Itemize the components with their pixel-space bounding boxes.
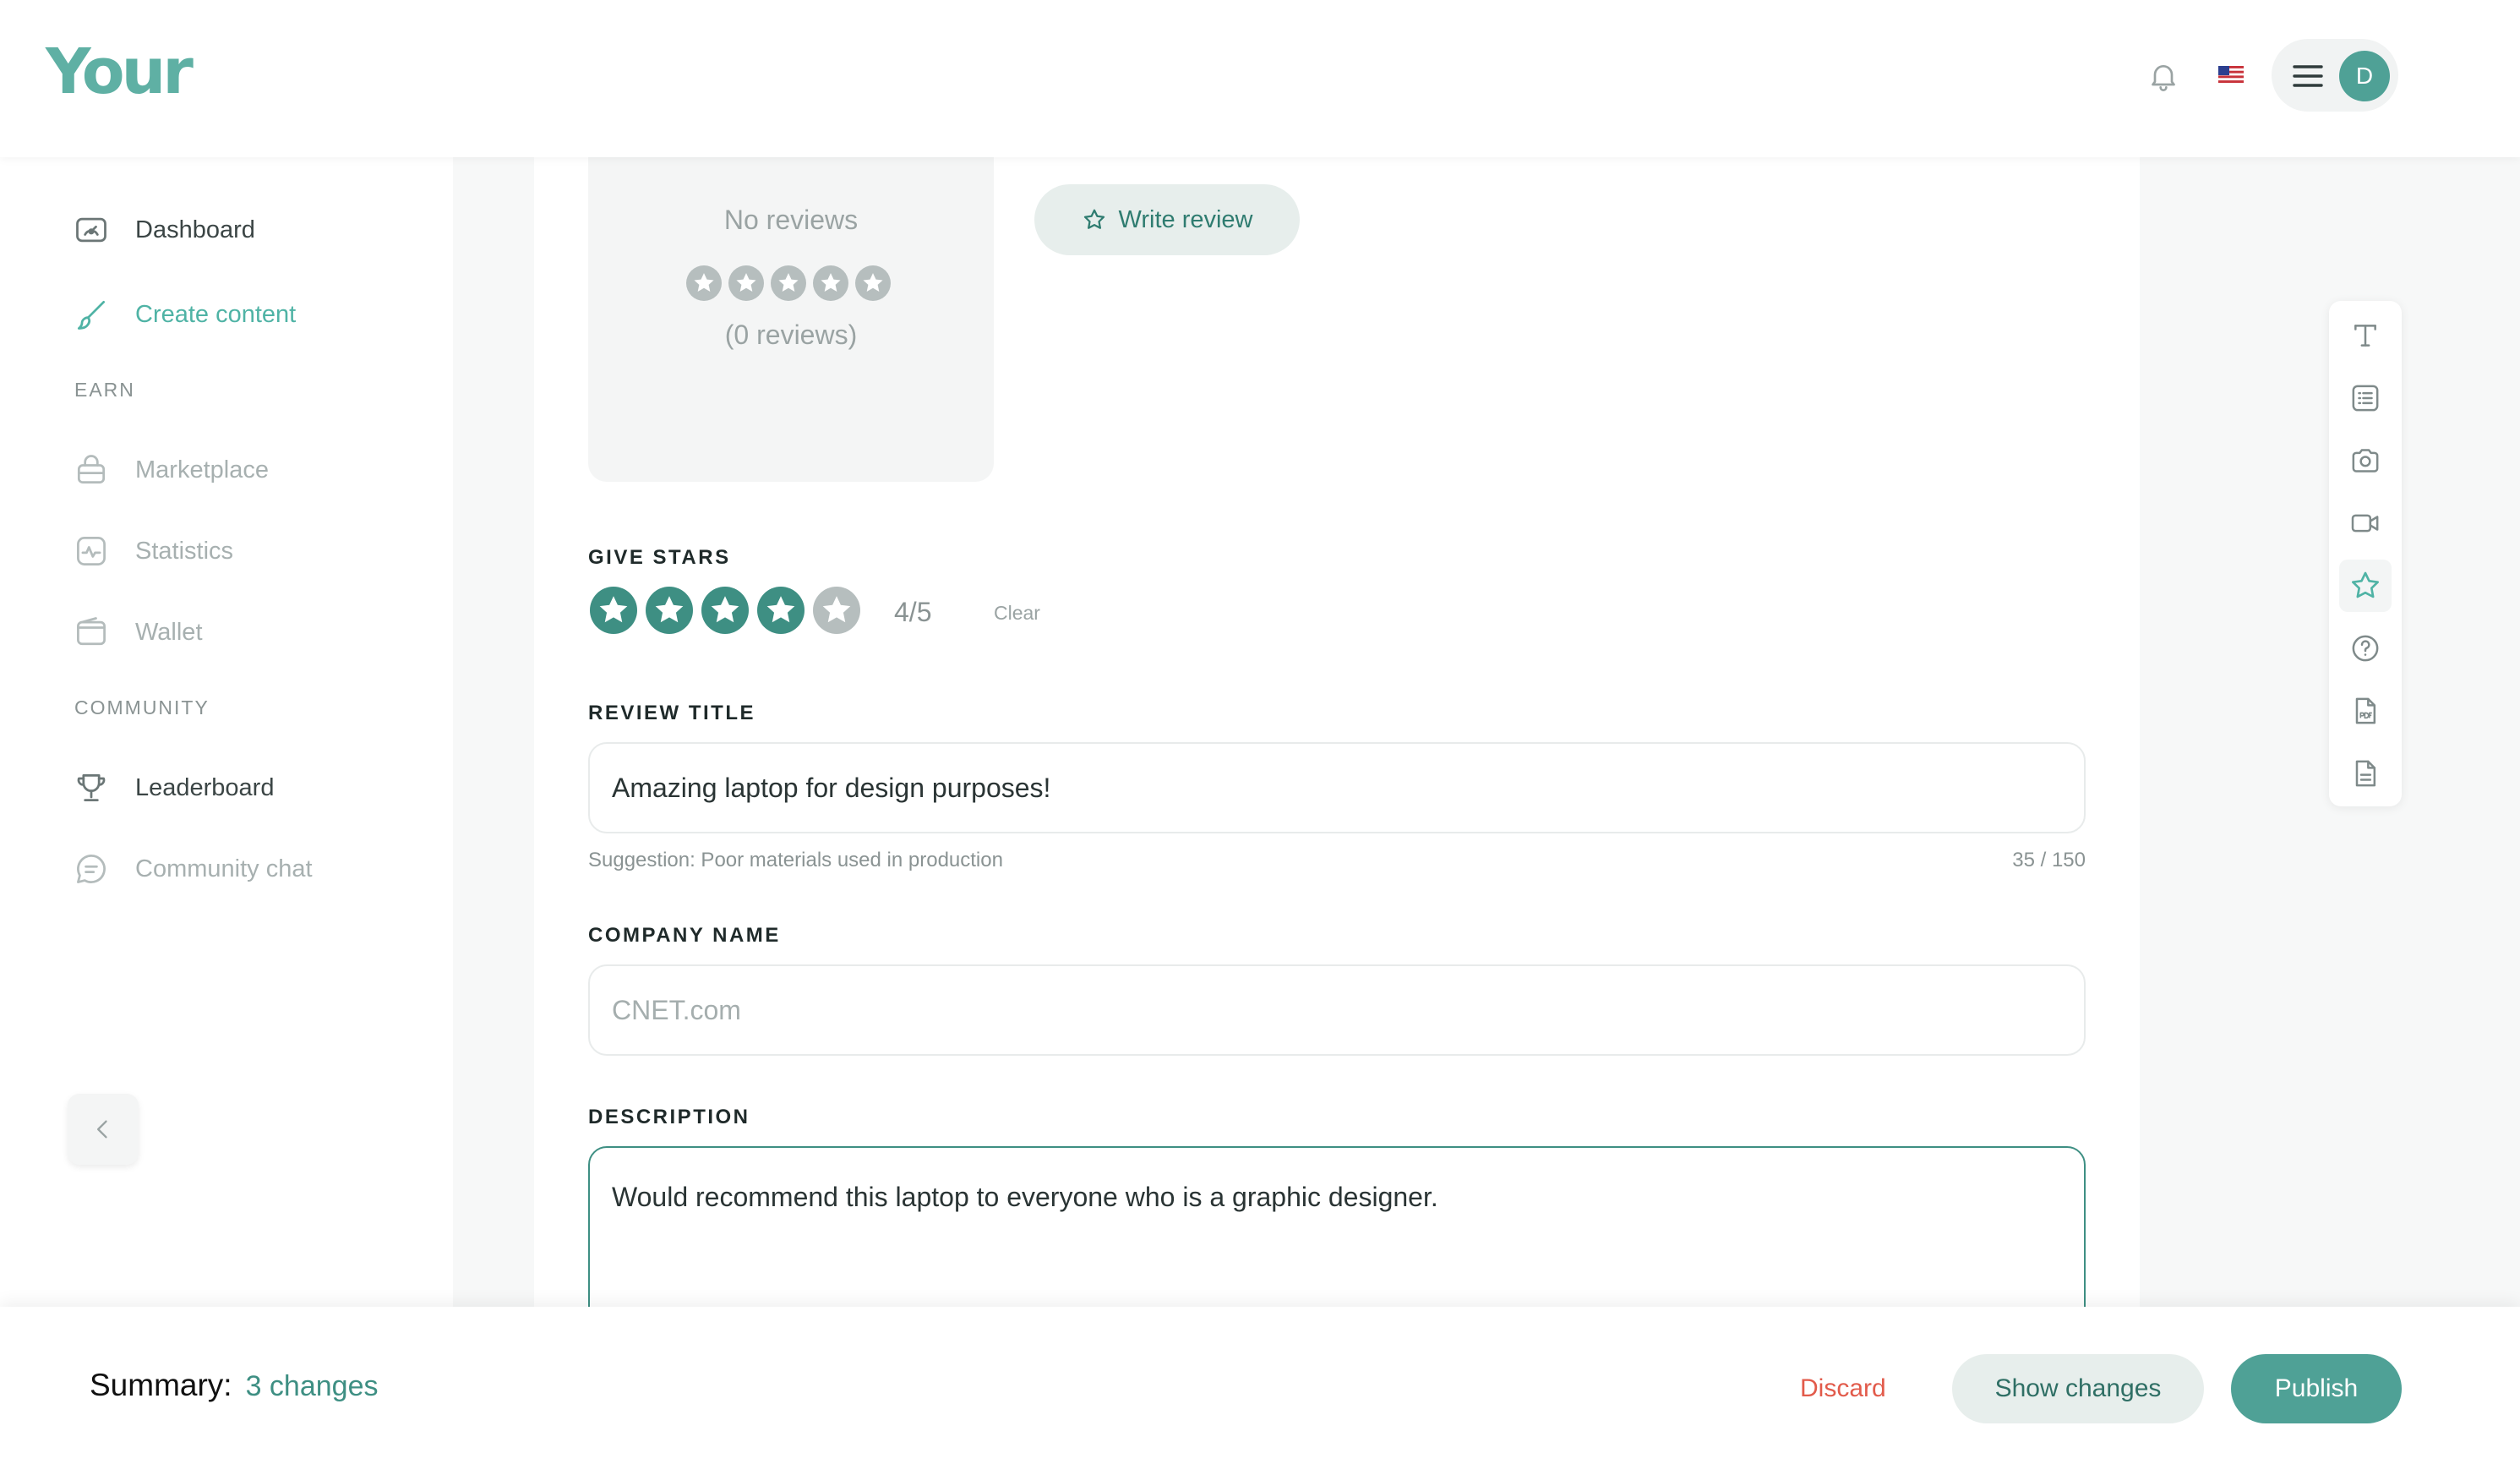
star-outline-icon xyxy=(1082,207,1119,232)
sidebar-item-marketplace[interactable]: Marketplace xyxy=(73,446,269,494)
sidebar-item-label: Create content xyxy=(135,300,297,328)
rating-summary-card: No reviews (0 reviews) xyxy=(588,157,994,482)
question-icon xyxy=(2348,631,2382,665)
sidebar-item-community-chat[interactable]: Community chat xyxy=(73,845,313,893)
star-icon xyxy=(2348,569,2382,603)
rating-card-title: No reviews xyxy=(723,205,859,235)
sidebar-item-create-content[interactable]: Create content xyxy=(73,291,296,338)
sidebar-item-dashboard[interactable]: Dashboard xyxy=(73,206,255,254)
pdf-icon xyxy=(2348,694,2382,728)
review-title-counter: 35 / 150 xyxy=(2012,849,2086,871)
star-icon xyxy=(855,265,891,301)
trophy-icon xyxy=(73,769,110,806)
star-icon xyxy=(771,265,806,301)
top-header: Your D xyxy=(0,0,2520,157)
quiz-block-tool[interactable] xyxy=(2339,622,2392,675)
summary-label: Summary: xyxy=(90,1368,232,1402)
text-block-tool[interactable] xyxy=(2339,309,2392,362)
collapse-sidebar-button[interactable] xyxy=(68,1094,139,1165)
section-label-community: COMMUNITY xyxy=(74,696,210,718)
write-review-button[interactable]: Write review xyxy=(1034,184,1300,255)
avatar[interactable]: D xyxy=(2339,51,2390,101)
camera-icon xyxy=(2348,444,2382,478)
sidebar-item-label: Marketplace xyxy=(135,456,269,483)
dashboard-icon xyxy=(73,211,110,249)
sidebar-item-label: Wallet xyxy=(135,618,203,646)
star-rating-input[interactable] xyxy=(590,587,860,634)
flag-us-icon[interactable] xyxy=(2218,66,2244,83)
star-icon xyxy=(728,265,764,301)
wallet-icon xyxy=(73,614,110,651)
hamburger-icon[interactable] xyxy=(2292,61,2324,91)
description-textarea[interactable]: Would recommend this laptop to everyone … xyxy=(588,1146,2086,1332)
list-icon xyxy=(2348,381,2382,415)
stars-value: 4/5 xyxy=(894,597,932,627)
clear-stars-button[interactable]: Clear xyxy=(994,602,1040,625)
star-filled-icon[interactable] xyxy=(701,587,749,634)
list-block-tool[interactable] xyxy=(2339,372,2392,424)
image-block-tool[interactable] xyxy=(2339,434,2392,487)
chat-icon xyxy=(73,850,110,888)
description-label: DESCRIPTION xyxy=(588,1106,750,1128)
show-changes-button[interactable]: Show changes xyxy=(1952,1354,2204,1423)
pulse-icon xyxy=(73,533,110,570)
logo[interactable]: Your xyxy=(46,36,194,108)
review-title-input[interactable]: Amazing laptop for design purposes! xyxy=(588,742,2086,833)
write-review-label: Write review xyxy=(1118,205,1253,233)
publish-button[interactable]: Publish xyxy=(2231,1354,2402,1423)
changes-summary: Summary: 3 changes xyxy=(90,1368,378,1403)
document-icon xyxy=(2348,757,2382,790)
sidebar-item-wallet[interactable]: Wallet xyxy=(73,609,203,656)
star-filled-icon[interactable] xyxy=(646,587,693,634)
text-icon xyxy=(2348,319,2382,352)
star-filled-icon[interactable] xyxy=(590,587,637,634)
sidebar-item-label: Dashboard xyxy=(135,216,255,243)
give-stars-label: GIVE STARS xyxy=(588,546,731,569)
pdf-block-tool[interactable] xyxy=(2339,685,2392,737)
section-label-earn: EARN xyxy=(74,379,135,401)
brush-icon xyxy=(73,296,110,333)
review-title-suggestion: Suggestion: Poor materials used in produ… xyxy=(588,849,1003,871)
discard-button[interactable]: Discard xyxy=(1800,1374,1886,1403)
video-icon xyxy=(2348,506,2382,540)
video-block-tool[interactable] xyxy=(2339,497,2392,549)
sidebar-item-statistics[interactable]: Statistics xyxy=(73,527,233,575)
sidebar-item-label: Community chat xyxy=(135,855,313,882)
sidebar-item-label: Leaderboard xyxy=(135,773,275,801)
rating-card-stars xyxy=(686,265,891,301)
bell-icon[interactable] xyxy=(2146,59,2180,93)
document-block-tool[interactable] xyxy=(2339,747,2392,800)
star-icon xyxy=(813,265,848,301)
review-title-label: REVIEW TITLE xyxy=(588,702,755,724)
sidebar-item-label: Statistics xyxy=(135,537,234,565)
publish-bar: Summary: 3 changes Discard Show changes … xyxy=(0,1307,2520,1464)
sidebar: Dashboard Create content EARN Marketplac… xyxy=(0,157,453,1464)
star-empty-icon[interactable] xyxy=(813,587,860,634)
company-name-input[interactable]: CNET.com xyxy=(588,964,2086,1056)
star-filled-icon[interactable] xyxy=(757,587,805,634)
review-block-tool[interactable] xyxy=(2339,560,2392,612)
block-toolbar xyxy=(2329,301,2402,806)
rating-card-count: (0 reviews) xyxy=(724,320,858,350)
basket-icon xyxy=(73,451,110,489)
star-icon xyxy=(686,265,722,301)
company-name-label: COMPANY NAME xyxy=(588,924,781,947)
summary-changes-count: 3 changes xyxy=(245,1370,379,1402)
chevron-left-icon xyxy=(91,1117,115,1141)
sidebar-item-leaderboard[interactable]: Leaderboard xyxy=(73,764,274,811)
